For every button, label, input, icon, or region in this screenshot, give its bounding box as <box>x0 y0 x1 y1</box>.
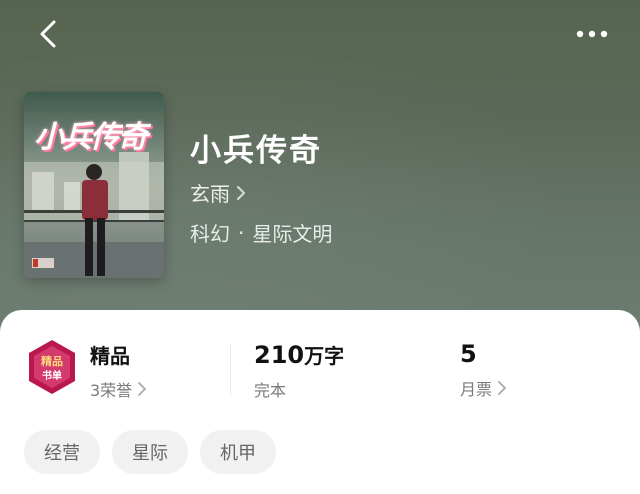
honor-link[interactable]: 3荣誉 <box>90 377 147 401</box>
divider <box>230 344 231 396</box>
word-count: 210万字 <box>254 340 344 369</box>
book-title: 小兵传奇 <box>190 133 322 169</box>
cover-title: 小兵传奇 <box>34 120 148 155</box>
svg-text:书单: 书单 <box>42 369 62 382</box>
chevron-left-icon <box>40 20 56 48</box>
tag-list: 经营 星际 机甲 <box>24 430 276 474</box>
vote-count: 5 <box>460 340 506 368</box>
quality-stat[interactable]: 精品 3荣誉 <box>90 340 147 401</box>
genre-separator: · <box>238 220 245 245</box>
subcategory[interactable]: 星际文明 <box>252 218 332 247</box>
more-dots-icon <box>576 30 608 38</box>
tag-item[interactable]: 经营 <box>24 430 100 474</box>
info-panel: 精品 书单 精品 3荣誉 210万字 完本 5 月票 经营 星际 机甲 <box>0 310 640 494</box>
chevron-right-icon <box>237 185 245 200</box>
monthly-vote-link[interactable]: 月票 <box>460 376 506 400</box>
word-count-unit: 万字 <box>304 344 345 368</box>
genre-line: 科幻 · 星际文明 <box>190 218 332 247</box>
back-button[interactable] <box>30 16 66 52</box>
tag-item[interactable]: 机甲 <box>200 430 276 474</box>
monthly-vote-label: 月票 <box>460 380 493 399</box>
book-cover[interactable]: 小兵传奇 <box>24 92 164 278</box>
word-count-number: 210 <box>254 341 305 369</box>
more-button[interactable] <box>570 18 614 50</box>
honor-count: 3荣誉 <box>90 381 133 400</box>
tag-item[interactable]: 星际 <box>112 430 188 474</box>
quality-label: 精品 <box>90 344 130 368</box>
chevron-right-icon <box>498 381 506 395</box>
category[interactable]: 科幻 <box>190 218 230 247</box>
vote-count-number: 5 <box>460 340 477 368</box>
svg-text:精品: 精品 <box>41 354 63 368</box>
word-count-stat: 210万字 完本 <box>254 340 344 401</box>
quality-badge-icon: 精品 书单 <box>26 338 78 396</box>
chevron-right-icon <box>138 382 147 396</box>
author-link[interactable]: 玄雨 <box>190 178 246 207</box>
completion-status: 完本 <box>254 381 287 400</box>
author-name: 玄雨 <box>190 182 230 206</box>
monthly-vote-stat[interactable]: 5 月票 <box>460 340 506 400</box>
